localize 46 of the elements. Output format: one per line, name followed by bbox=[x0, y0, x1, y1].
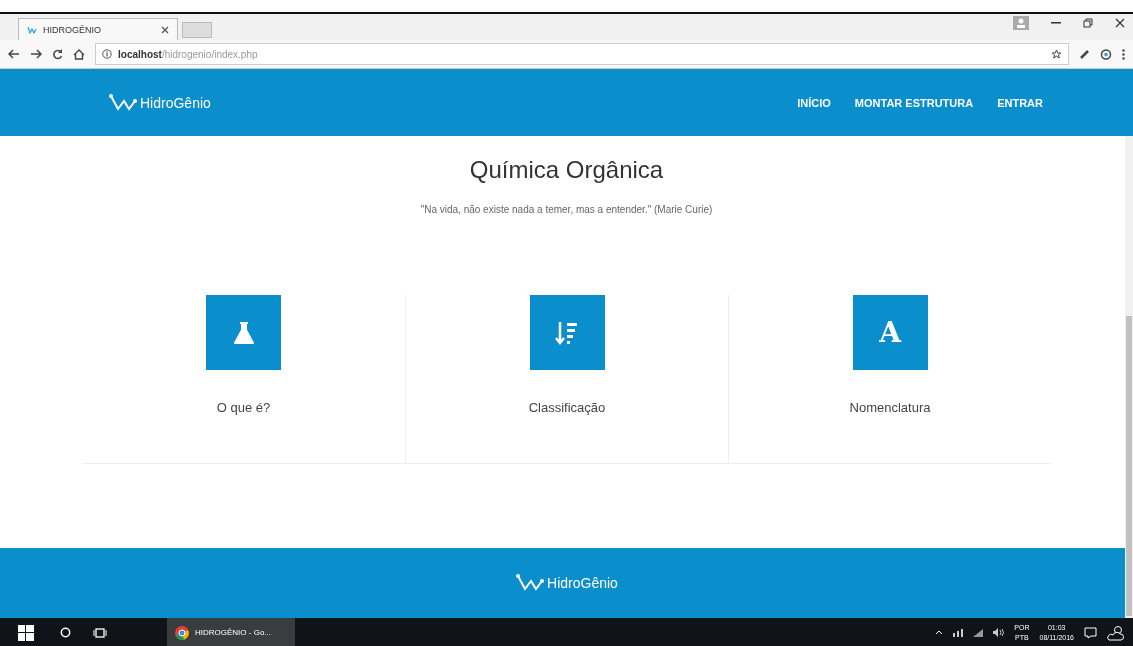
nav-link[interactable]: ENTRAR bbox=[997, 96, 1043, 109]
browser-tab[interactable]: HIDROGÊNIO bbox=[18, 18, 178, 40]
reload-icon[interactable] bbox=[52, 48, 63, 60]
back-icon[interactable] bbox=[8, 49, 20, 59]
icon-tile[interactable] bbox=[529, 295, 605, 370]
notification-icon[interactable] bbox=[1084, 626, 1097, 639]
card-label[interactable]: Classificação bbox=[528, 400, 606, 415]
card-label[interactable]: O que é? bbox=[216, 400, 271, 415]
browser-icon bbox=[175, 625, 189, 640]
search-icon[interactable] bbox=[60, 627, 71, 638]
logo-icon bbox=[108, 92, 138, 113]
task-view-icon[interactable] bbox=[93, 627, 107, 638]
forward-icon[interactable] bbox=[30, 49, 42, 59]
nav-link[interactable]: INÍCIO bbox=[797, 96, 831, 109]
info-icon bbox=[102, 49, 112, 59]
taskbar-app[interactable]: HIDROGÊNIO - Go... bbox=[167, 618, 295, 646]
close-icon[interactable] bbox=[1115, 18, 1125, 28]
letter-icon: A bbox=[879, 316, 901, 349]
card-label[interactable]: Nomenclatura bbox=[849, 400, 931, 415]
scrollbar[interactable] bbox=[1125, 136, 1133, 618]
home-icon[interactable] bbox=[73, 48, 85, 60]
windows-icon[interactable] bbox=[18, 624, 34, 641]
quote-text: "Na vida, não existe nada a temer, mas a entender." (Marie Curie) bbox=[420, 204, 713, 215]
chevron-up-icon[interactable] bbox=[935, 630, 944, 635]
site-logo[interactable]: HidroGênio bbox=[140, 94, 211, 111]
close-icon[interactable] bbox=[161, 25, 169, 34]
icon-tile[interactable]: A bbox=[852, 295, 928, 370]
logo-icon bbox=[27, 25, 37, 34]
footer-logo: HidroGênio bbox=[547, 575, 618, 591]
network-icon[interactable] bbox=[953, 628, 964, 637]
signal-icon[interactable] bbox=[973, 628, 984, 637]
minimize-icon[interactable] bbox=[1051, 22, 1061, 24]
icon-tile[interactable] bbox=[206, 295, 281, 370]
tab-title: HIDROGÊNIO bbox=[43, 24, 102, 35]
star-icon[interactable] bbox=[1051, 48, 1062, 60]
menu-icon[interactable] bbox=[1122, 48, 1125, 60]
nav-link[interactable]: MONTAR ESTRUTURA bbox=[854, 96, 974, 109]
sort-icon bbox=[555, 319, 579, 346]
restore-icon[interactable] bbox=[1083, 18, 1093, 28]
url-text: localhost/hidrogenio/index.php bbox=[118, 48, 258, 60]
logo-icon bbox=[515, 573, 546, 593]
weather-icon[interactable] bbox=[1107, 624, 1125, 641]
volume-icon[interactable] bbox=[993, 628, 1005, 637]
page-title: Química Orgânica bbox=[469, 156, 664, 184]
address-field[interactable]: localhost/hidrogenio/index.php bbox=[95, 43, 1069, 65]
flask-icon bbox=[232, 320, 255, 345]
